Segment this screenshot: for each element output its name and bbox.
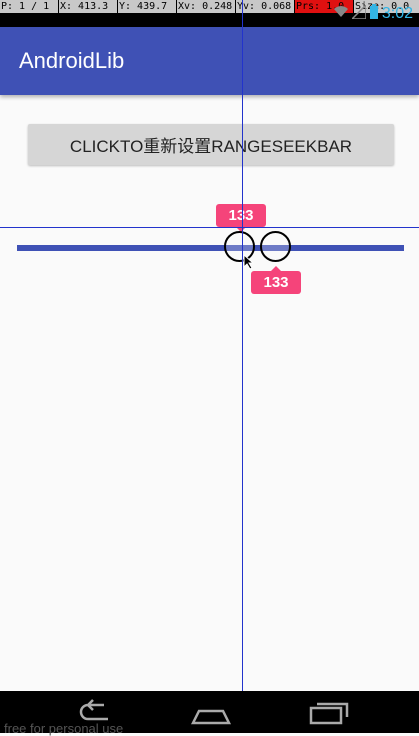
debug-xv: Xv: 0.248 xyxy=(177,0,235,13)
watermark: free for personal use xyxy=(4,721,124,736)
status-bar: P: 1 / 1 X: 413.3 Y: 439.7 Xv: 0.248 Yv:… xyxy=(0,0,419,27)
recent-apps-icon[interactable] xyxy=(309,699,349,730)
min-value-tooltip: 133 xyxy=(216,204,266,227)
battery-icon xyxy=(369,4,378,24)
debug-x: X: 413.3 xyxy=(59,0,117,13)
wifi-icon xyxy=(333,5,348,23)
pointer-crosshair-horizontal xyxy=(0,227,419,228)
signal-icon xyxy=(350,2,367,24)
debug-yv: Yv: 0.068 xyxy=(236,0,294,13)
app-toolbar: AndroidLib xyxy=(0,27,419,95)
debug-pointer-count: P: 1 / 1 xyxy=(0,0,58,13)
max-value-tooltip: 133 xyxy=(251,271,301,294)
reset-rangeseekbar-button[interactable]: CLICKTO重新设置RANGESEEKBAR xyxy=(28,124,394,165)
debug-y: Y: 439.7 xyxy=(118,0,176,13)
mouse-cursor-icon xyxy=(243,254,255,270)
app-title: AndroidLib xyxy=(19,48,125,73)
max-thumb[interactable] xyxy=(260,231,291,262)
pointer-crosshair-vertical xyxy=(242,0,243,733)
seekbar-track[interactable] xyxy=(17,245,404,251)
home-icon[interactable] xyxy=(189,699,233,730)
status-clock: 3:02 xyxy=(381,5,413,22)
